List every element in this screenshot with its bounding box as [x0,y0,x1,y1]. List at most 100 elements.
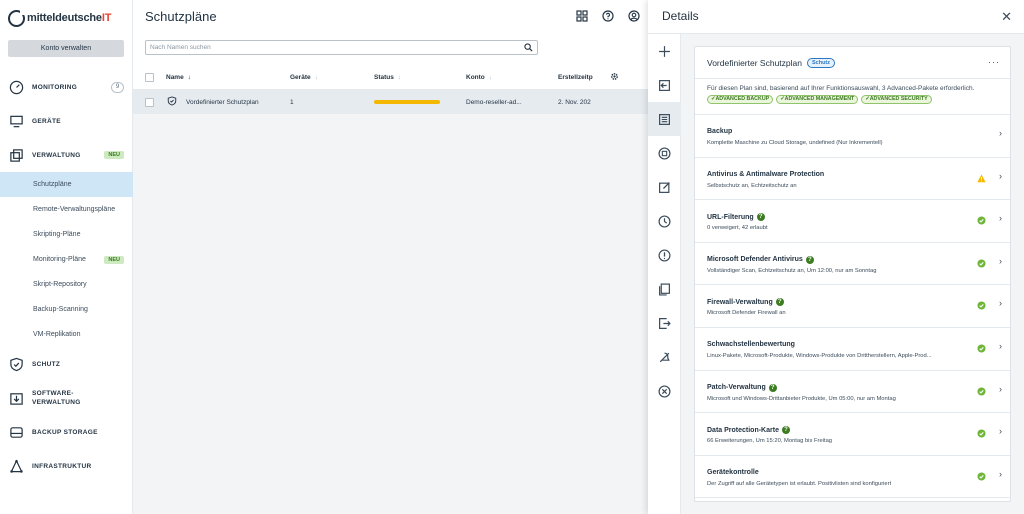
table-header: Name ↓ Geräte ↓ Status ↓ Konto ↓ Erstellzeit… [133,66,648,90]
module-summary: Selbstschutz an, Echtzeitschutz an [707,182,797,189]
help-icon[interactable]: ? [768,383,777,392]
module-name: Antivirus & Antimalware Protection [707,170,825,178]
ok-status-icon [977,259,986,268]
module-row[interactable]: Data Protection-Karte? 66 Erweiterungen, … [695,413,1010,456]
module-row[interactable]: Microsoft Defender Antivirus? Vollständig… [695,243,1010,286]
module-row[interactable]: Gerätekontrolle Der Zugriff auf alle Gerä… [695,456,1010,499]
more-options-icon[interactable]: ··· [988,57,1000,67]
module-row[interactable]: Patch-Verwaltung? Microsoft und Windows-D… [695,371,1010,414]
sidebar-item-monitoring[interactable]: MONITORING 9 [0,70,133,104]
network-icon [8,458,24,474]
table-row[interactable]: Vordefinierter Schutzplan 1 Demo-reselle… [133,90,648,114]
chevron-right-icon: › [999,128,1002,138]
select-all-checkbox[interactable] [145,73,154,82]
shield-icon [8,356,24,372]
sidebar-item-backup-scanning[interactable]: Backup-Scanning [0,297,133,322]
user-icon[interactable] [628,10,640,22]
add-icon[interactable] [648,34,681,68]
close-icon[interactable]: ✕ [1001,9,1012,25]
sidebar-item-protection-plans[interactable]: Schutzpläne [0,172,133,197]
sidebar-item-remote-plans[interactable]: Remote-Verwaltungspläne [0,197,133,222]
edit-icon[interactable] [648,170,681,204]
module-row[interactable]: Schwachstellenbewertung Linux-Pakete, Mic… [695,328,1010,371]
clone-icon[interactable] [648,272,681,306]
sidebar-item-scripting-plans[interactable]: Skripting-Pläne [0,222,133,247]
account-name: Demo-reseller-ad... [466,98,522,106]
search-input[interactable]: Nach Namen suchen [145,40,538,55]
new-badge: NEU [104,151,124,159]
search-placeholder: Nach Namen suchen [150,44,211,51]
history-icon[interactable] [648,204,681,238]
module-summary: Microsoft Defender Firewall an [707,310,786,317]
sidebar-item-label: MONITORING [32,83,78,91]
module-summary: Komplette Maschine zu Cloud Storage, und… [707,140,883,146]
module-name: Data Protection-Karte [707,426,779,434]
module-name: Microsoft Defender Antivirus [707,256,803,264]
main-content: Schutzpläne Nach Namen suchen Name ↓ Gerä… [133,0,648,514]
module-summary: 0 verweigert, 42 erlaubt [707,225,768,232]
sidebar-item-label-line2: VERWALTUNG [32,399,81,406]
sidebar-item-monitoring-plans[interactable]: Monitoring-Pläne NEU [0,247,133,272]
sidebar-item-label: INFRASTRUKTUR [32,462,92,470]
sidebar-item-label: SCHUTZ [32,360,61,368]
help-icon[interactable]: ? [781,426,790,435]
details-header: Details ✕ [648,0,1024,34]
package-badge: ✓ADVANCED MANAGEMENT [776,95,859,104]
help-icon[interactable] [602,10,614,22]
warning-icon [977,174,986,183]
export-icon[interactable] [648,306,681,340]
delete-icon[interactable] [648,374,681,408]
grid-icon[interactable] [576,10,588,22]
plan-card: Vordefinierter Schutzplan Schutz ··· Für… [694,46,1011,502]
col-created[interactable]: Erstellzeitp [558,74,606,81]
apply-icon[interactable] [648,68,681,102]
sidebar-item-script-repository[interactable]: Skript-Repository [0,272,133,297]
module-name: Schwachstellenbewertung [707,340,795,348]
package-badge: ✓ADVANCED BACKUP [707,95,774,104]
help-icon[interactable]: ? [756,213,765,222]
plan-description-text: Für diesen Plan sind, basierend auf Ihre… [707,85,975,92]
gauge-icon [8,79,24,95]
module-row[interactable]: Antivirus & Antimalware Protection Selbst… [695,158,1010,201]
alert-icon[interactable] [648,238,681,272]
manage-account-button[interactable]: Konto verwalten [8,40,124,57]
ok-status-icon [977,429,986,438]
software-icon [8,390,24,406]
details-icon[interactable] [648,102,681,136]
col-name[interactable]: Name ↓ [154,74,290,81]
sidebar-item-management[interactable]: VERWALTUNG NEU [0,138,133,172]
sidebar-item-protection[interactable]: SCHUTZ [0,347,133,381]
disable-icon[interactable] [648,136,681,170]
sidebar-item-infrastructure[interactable]: INFRASTRUKTUR [0,449,133,483]
plan-name: Vordefinierter Schutzplan [186,98,259,106]
sidebar-item-vm-replication[interactable]: VM-Replikation [0,322,133,347]
revoke-icon[interactable] [648,340,681,374]
module-row[interactable]: URL-Filterung? 0 verweigert, 42 erlaubt › [695,200,1010,243]
plan-type-tag: Schutz [806,57,836,68]
help-icon[interactable]: ? [775,298,784,307]
col-status[interactable]: Status ↓ [374,74,466,81]
sidebar-item-label: VERWALTUNG [32,151,81,159]
sidebar-item-software-management[interactable]: SOFTWARE- VERWALTUNG [0,381,133,415]
chevron-right-icon: › [999,340,1002,351]
sort-icon: ↓ [314,74,318,81]
package-list: ✓ADVANCED BACKUP ✓ADVANCED MANAGEMENT ✓A… [707,95,998,104]
col-devices[interactable]: Geräte ↓ [290,74,374,81]
gear-icon[interactable] [610,72,619,83]
sidebar-item-devices[interactable]: GERÄTE [0,104,133,138]
sidebar-item-backup-storage[interactable]: BACKUP STORAGE [0,415,133,449]
chevron-right-icon: › [999,298,1002,309]
search-icon[interactable] [524,43,533,57]
module-row[interactable]: Backup Komplette Maschine zu Cloud Storag… [695,115,1010,158]
module-summary: Der Zugriff auf alle Gerätetypen ist erl… [707,480,892,487]
logo-accent: IT [101,12,112,24]
chevron-right-icon: › [999,426,1002,437]
col-account[interactable]: Konto ↓ [466,74,558,81]
ok-status-icon [977,472,986,481]
module-row[interactable]: Firewall-Verwaltung? Microsoft Defender F… [695,285,1010,328]
created-date: 2. Nov. 202 [558,98,591,106]
logo[interactable]: mitteldeutscheIT [8,8,111,28]
sidebar-item-label: Monitoring-Pläne [33,256,86,263]
help-icon[interactable]: ? [805,255,814,264]
row-checkbox[interactable] [145,97,154,107]
